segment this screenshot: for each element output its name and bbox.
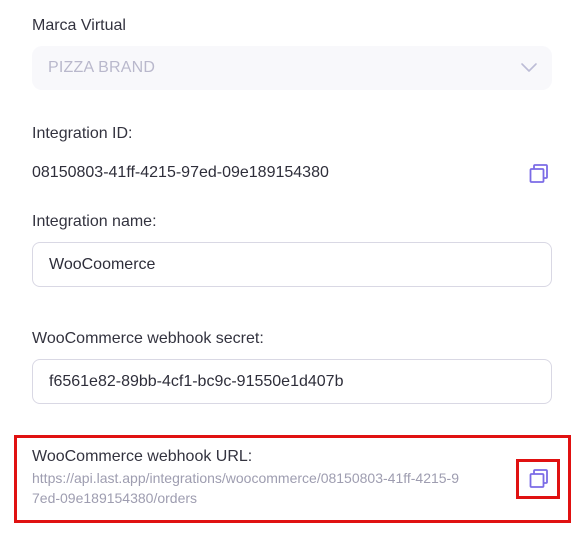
brand-select[interactable]: PIZZA BRAND	[32, 46, 552, 90]
integration-name-input-value: WooCoomerce	[49, 256, 156, 273]
integration-name-input[interactable]: WooCoomerce	[32, 242, 552, 287]
webhook-secret-label: WooCommerce webhook secret:	[32, 330, 264, 347]
copy-icon[interactable]	[528, 163, 550, 185]
brand-label: Marca Virtual	[32, 17, 126, 34]
chevron-down-icon	[521, 63, 537, 72]
copy-url-icon[interactable]	[528, 468, 550, 490]
integration-id-value: 08150803-41ff-4215-97ed-09e189154380	[32, 164, 329, 181]
integration-id-label: Integration ID:	[32, 125, 133, 142]
brand-select-value: PIZZA BRAND	[48, 59, 156, 76]
webhook-url-label: WooCommerce webhook URL:	[32, 448, 253, 465]
integration-name-label: Integration name:	[32, 213, 157, 230]
webhook-secret-input[interactable]: f6561e82-89bb-4cf1-bc9c-91550e1d407b	[32, 359, 552, 404]
webhook-url-value: https://api.last.app/integrations/woocom…	[32, 470, 460, 506]
webhook-secret-input-value: f6561e82-89bb-4cf1-bc9c-91550e1d407b	[49, 373, 344, 390]
